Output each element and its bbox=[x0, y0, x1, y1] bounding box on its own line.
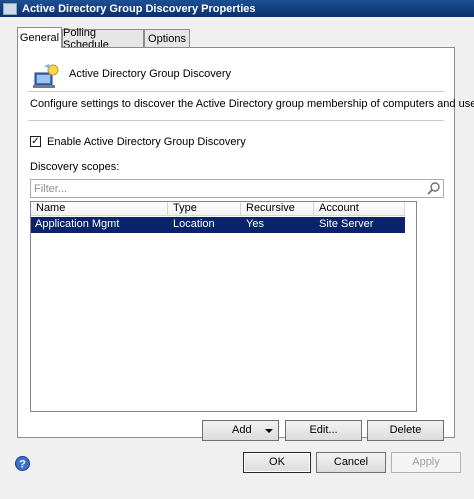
cell-name: Application Mgmt bbox=[35, 218, 120, 230]
apply-button[interactable]: Apply bbox=[391, 452, 461, 473]
column-header-type[interactable]: Type bbox=[168, 202, 241, 216]
enable-discovery-label[interactable]: Enable Active Directory Group Discovery bbox=[47, 136, 246, 148]
enable-discovery-checkbox[interactable]: ✓ bbox=[30, 136, 41, 147]
app-icon bbox=[3, 2, 17, 15]
add-button[interactable]: Add bbox=[202, 420, 279, 441]
tab-options-label: Options bbox=[148, 32, 186, 45]
general-tab-panel: Active Directory Group Discovery Configu… bbox=[17, 47, 474, 441]
discovery-scopes-label: Discovery scopes: bbox=[30, 161, 120, 173]
window-title: Active Directory Group Discovery Propert… bbox=[22, 2, 256, 15]
list-header: Name Type Recursive Account bbox=[31, 202, 405, 216]
discovery-scopes-list[interactable]: Name Type Recursive Account Application … bbox=[30, 201, 417, 412]
ok-button[interactable]: OK bbox=[243, 452, 311, 473]
edit-button[interactable]: Edit... bbox=[285, 420, 362, 441]
tab-options[interactable]: Options bbox=[144, 29, 190, 47]
help-icon[interactable]: ? bbox=[15, 456, 30, 471]
cancel-button[interactable]: Cancel bbox=[316, 452, 386, 473]
add-button-label: Add bbox=[232, 424, 252, 436]
column-header-name[interactable]: Name bbox=[31, 202, 168, 216]
cell-type: Location bbox=[173, 218, 215, 230]
delete-button[interactable]: Delete bbox=[367, 420, 444, 441]
tab-polling-schedule[interactable]: Polling Schedule bbox=[62, 27, 144, 51]
svg-text:?: ? bbox=[19, 459, 26, 471]
description-text: Configure settings to discover the Activ… bbox=[30, 98, 474, 110]
ad-discovery-icon bbox=[33, 64, 59, 88]
column-header-recursive[interactable]: Recursive bbox=[241, 202, 314, 216]
filter-input[interactable] bbox=[34, 182, 424, 195]
column-header-account[interactable]: Account bbox=[314, 202, 405, 216]
tab-general[interactable]: General bbox=[17, 27, 62, 48]
separator bbox=[28, 91, 444, 92]
filter-box[interactable] bbox=[30, 179, 444, 198]
cell-account: Site Server bbox=[319, 218, 374, 230]
tab-general-label: General bbox=[19, 32, 60, 44]
cell-recursive: Yes bbox=[246, 218, 264, 230]
title-bar[interactable]: Active Directory Group Discovery Propert… bbox=[0, 0, 474, 17]
search-icon[interactable] bbox=[426, 181, 441, 196]
separator bbox=[28, 120, 444, 121]
dropdown-arrow-icon bbox=[265, 429, 273, 433]
table-row[interactable]: Application Mgmt Location Yes Site Serve… bbox=[31, 217, 405, 233]
header-title: Active Directory Group Discovery bbox=[69, 68, 231, 80]
